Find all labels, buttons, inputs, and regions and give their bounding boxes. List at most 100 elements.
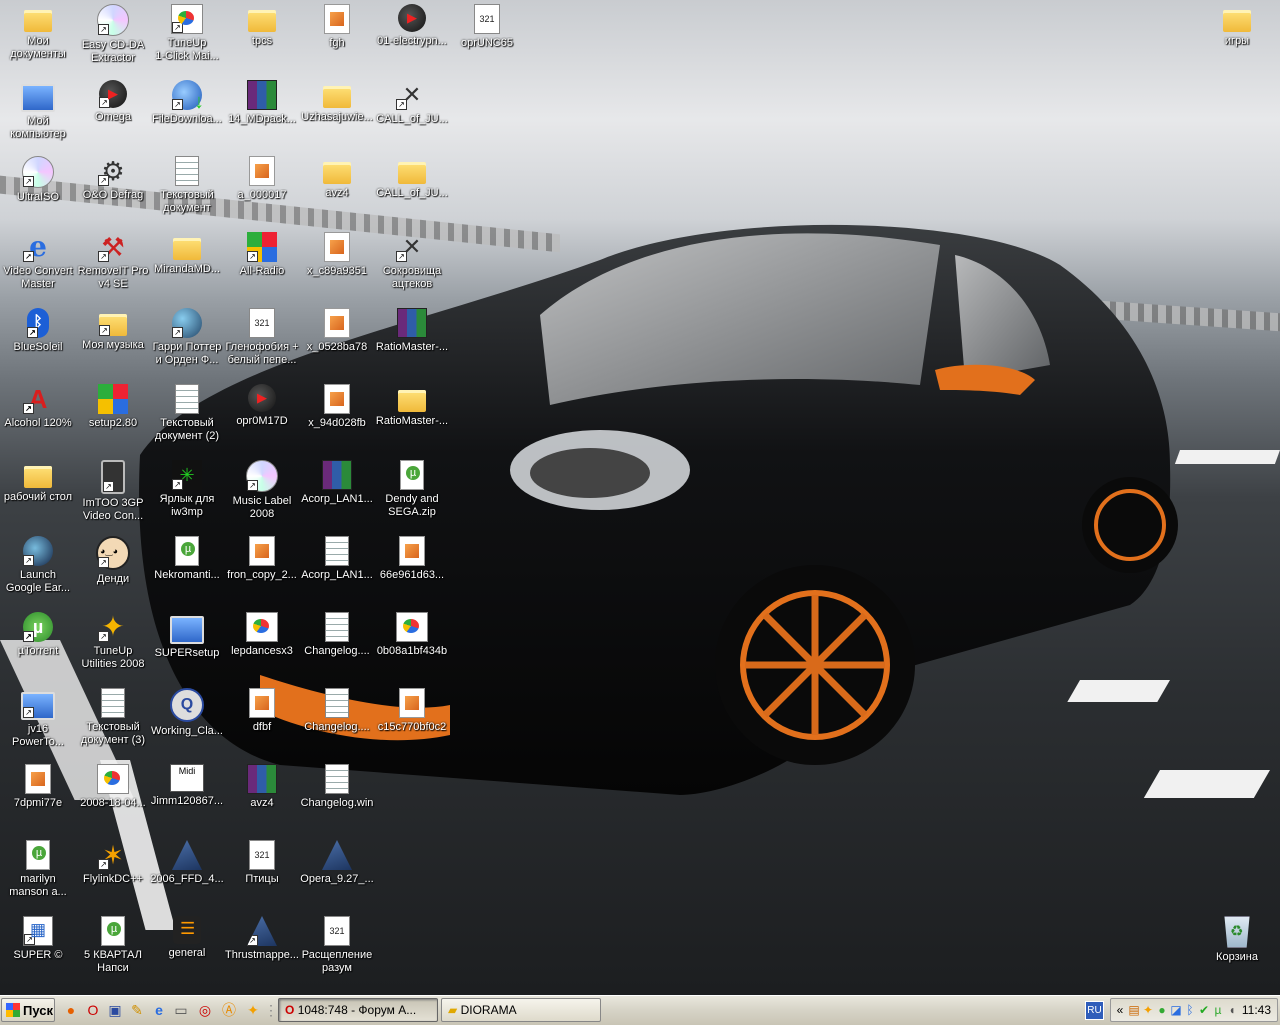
desktop[interactable]: Мои документы ↗ Easy CD-DA Extractor ↗ TuneU… bbox=[0, 0, 1280, 995]
tray-volume-icon[interactable]: ◖ bbox=[1225, 1003, 1239, 1017]
desktop-icon[interactable]: marilyn manson a... bbox=[0, 838, 76, 912]
desktop-icon[interactable]: ↗ UltraISO bbox=[0, 154, 76, 228]
desktop-icon[interactable]: lepdancesx3 bbox=[224, 610, 300, 684]
tray-bluetooth-icon[interactable]: ᛒ bbox=[1183, 1003, 1197, 1017]
desktop-icon[interactable]: ✕ ↗ Сокровища ацтеков bbox=[374, 230, 450, 304]
desktop-icon[interactable]: 14_MDpack... bbox=[224, 78, 300, 152]
desktop-icon[interactable]: ↗ Денди bbox=[75, 534, 151, 608]
start-button[interactable]: Пуск bbox=[1, 998, 55, 1022]
desktop-icon[interactable]: Midi Jimm120867... bbox=[149, 762, 225, 836]
tray-network-icon[interactable]: ◪ bbox=[1169, 1003, 1183, 1017]
desktop-icon[interactable]: Q Working_Cla... bbox=[149, 686, 225, 760]
desktop-icon[interactable]: c15c770bf0c2 bbox=[374, 686, 450, 760]
tray-status-icon[interactable]: ● bbox=[1155, 1003, 1169, 1017]
desktop-icon[interactable]: µ ↗ µTorrent bbox=[0, 610, 76, 684]
desktop-icon[interactable]: ↗ SUPER © bbox=[0, 914, 76, 988]
opera-red-icon[interactable]: ◎ bbox=[196, 1001, 214, 1019]
desktop-icon[interactable]: рабочий стол bbox=[0, 458, 76, 532]
clock[interactable]: 11:43 bbox=[1242, 1003, 1271, 1017]
disk-icon[interactable]: ▭ bbox=[172, 1001, 190, 1019]
desktop-icon[interactable]: 01-electrypn... bbox=[374, 2, 450, 76]
flylink-icon[interactable]: ✦ bbox=[244, 1001, 262, 1019]
desktop-icon[interactable]: opr0M17D bbox=[224, 382, 300, 456]
desktop-icon[interactable]: 321 Расщепление разум bbox=[299, 914, 375, 988]
desktop-icon[interactable]: Changelog.... bbox=[299, 686, 375, 760]
desktop-icon[interactable]: ↗ Music Label 2008 bbox=[224, 458, 300, 532]
opera-icon[interactable]: O bbox=[84, 1001, 102, 1019]
desktop-icon[interactable]: A ↗ Alcohol 120% bbox=[0, 382, 76, 456]
desktop-icon[interactable]: Changelog.... bbox=[299, 610, 375, 684]
desktop-icon[interactable]: ⚙ ↗ O&O Defrag bbox=[75, 154, 151, 228]
desktop-icon[interactable]: ✕ ↗ CALL_of_JU... bbox=[374, 78, 450, 152]
desktop-icon[interactable]: ↗ All-Radio bbox=[224, 230, 300, 304]
desktop-icon[interactable]: Acorp_LAN1... bbox=[299, 458, 375, 532]
save-icon[interactable]: ▣ bbox=[106, 1001, 124, 1019]
tray-app-icon[interactable]: ▤ bbox=[1127, 1003, 1141, 1017]
desktop-icon[interactable]: Текстовый документ bbox=[149, 154, 225, 228]
desktop-icon[interactable]: SUPERsetup bbox=[149, 610, 225, 684]
desktop-icon[interactable]: Мои документы bbox=[0, 2, 76, 76]
desktop-icon[interactable]: fgh bbox=[299, 2, 375, 76]
desktop-icon[interactable]: ᛒ ↗ BlueSoleil bbox=[0, 306, 76, 380]
desktop-icon[interactable]: ↗ FileDownloa... bbox=[149, 78, 225, 152]
desktop-icon[interactable]: fron_copy_2... bbox=[224, 534, 300, 608]
desktop-icon[interactable]: general bbox=[149, 914, 225, 988]
avast-icon[interactable]: Ⓐ bbox=[220, 1001, 238, 1019]
firefox-icon[interactable]: ● bbox=[62, 1001, 80, 1019]
desktop-icon[interactable]: ↗ ImTOO 3GP Video Con... bbox=[75, 458, 151, 532]
desktop-icon[interactable]: MirandaMD... bbox=[149, 230, 225, 304]
desktop-icon[interactable]: a_000017 bbox=[224, 154, 300, 228]
desktop-icon[interactable]: RatioMaster-... bbox=[374, 306, 450, 380]
desktop-icon[interactable]: ↗ Гарри Поттер и Орден Ф... bbox=[149, 306, 225, 380]
desktop-icon[interactable]: ↗ TuneUp 1-Click Mai... bbox=[149, 2, 225, 76]
desktop-icon[interactable]: ↗ Launch Google Ear... bbox=[0, 534, 76, 608]
desktop-icon[interactable]: ↗ jv16 PowerTo... bbox=[0, 686, 76, 760]
desktop-icon[interactable]: Nekromanti... bbox=[149, 534, 225, 608]
expand-tray-button[interactable]: « bbox=[1113, 1003, 1127, 1017]
desktop-icon[interactable]: Dendy and SEGA.zip bbox=[374, 458, 450, 532]
desktop-icon[interactable]: ⚒ ↗ RemoveIT Pro v4 SE bbox=[75, 230, 151, 304]
desktop-icon[interactable]: ✦ ↗ TuneUp Utilities 2008 bbox=[75, 610, 151, 684]
desktop-icon[interactable]: игры bbox=[1199, 2, 1275, 76]
desktop-icon[interactable]: setup2.80 bbox=[75, 382, 151, 456]
desktop-icon[interactable]: ↗ Omega bbox=[75, 78, 151, 152]
desktop-icon[interactable]: 2008-18-04... bbox=[75, 762, 151, 836]
desktop-icon[interactable]: Текстовый документ (3) bbox=[75, 686, 151, 760]
desktop-icon[interactable]: 0b08a1bf434b bbox=[374, 610, 450, 684]
desktop-icon[interactable]: ↗ Thrustmappe... bbox=[224, 914, 300, 988]
tray-check-icon[interactable]: ✔ bbox=[1197, 1003, 1211, 1017]
desktop-icon[interactable]: Uzhasajuwie... bbox=[299, 78, 375, 152]
desktop-icon[interactable]: 321 Птицы bbox=[224, 838, 300, 912]
desktop-icon[interactable]: Opera_9.27_... bbox=[299, 838, 375, 912]
desktop-icon[interactable]: x_0528ba78 bbox=[299, 306, 375, 380]
desktop-icon[interactable]: ↗ Easy CD-DA Extractor bbox=[75, 2, 151, 76]
desktop-icon[interactable]: ✶ ↗ FlylinkDC++ bbox=[75, 838, 151, 912]
desktop-icon[interactable]: tpcs bbox=[224, 2, 300, 76]
desktop-icon[interactable]: RatioMaster-... bbox=[374, 382, 450, 456]
desktop-icon[interactable]: 7dpmi77e bbox=[0, 762, 76, 836]
desktop-icon[interactable]: 321 oprUNC65 bbox=[449, 2, 525, 76]
desktop-icon[interactable]: Текстовый документ (2) bbox=[149, 382, 225, 456]
desktop-icon[interactable]: 321 Гленофобия + белый пепе... bbox=[224, 306, 300, 380]
ie-icon[interactable]: e bbox=[150, 1001, 168, 1019]
desktop-icon[interactable]: 66e961d63... bbox=[374, 534, 450, 608]
tray-flylink-icon[interactable]: ✦ bbox=[1141, 1003, 1155, 1017]
language-indicator[interactable]: RU bbox=[1085, 1001, 1104, 1020]
desktop-icon[interactable]: avz4 bbox=[224, 762, 300, 836]
desktop-icon[interactable]: Мой компьютер bbox=[0, 78, 76, 152]
desktop-icon[interactable]: e ↗ Video Convert Master bbox=[0, 230, 76, 304]
desktop-icon[interactable]: Acorp_LAN1... bbox=[299, 534, 375, 608]
desktop-icon[interactable]: ↗ Моя музыка bbox=[75, 306, 151, 380]
desktop-icon[interactable]: 2006_FFD_4... bbox=[149, 838, 225, 912]
desktop-icon[interactable]: x_94d028fb bbox=[299, 382, 375, 456]
desktop-icon[interactable]: CALL_of_JU... bbox=[374, 154, 450, 228]
edit-icon[interactable]: ✎ bbox=[128, 1001, 146, 1019]
desktop-icon[interactable]: Корзина bbox=[1199, 914, 1275, 988]
desktop-icon[interactable]: avz4 bbox=[299, 154, 375, 228]
desktop-icon[interactable]: Changelog.win bbox=[299, 762, 375, 836]
desktop-icon[interactable]: dfbf bbox=[224, 686, 300, 760]
tray-utorrent-icon[interactable]: µ bbox=[1211, 1003, 1225, 1017]
desktop-icon[interactable]: ✳ ↗ Ярлык для iw3mp bbox=[149, 458, 225, 532]
desktop-icon[interactable]: x_c89a9351 bbox=[299, 230, 375, 304]
task-button-diorama[interactable]: ▰ DIORAMA bbox=[441, 998, 601, 1022]
